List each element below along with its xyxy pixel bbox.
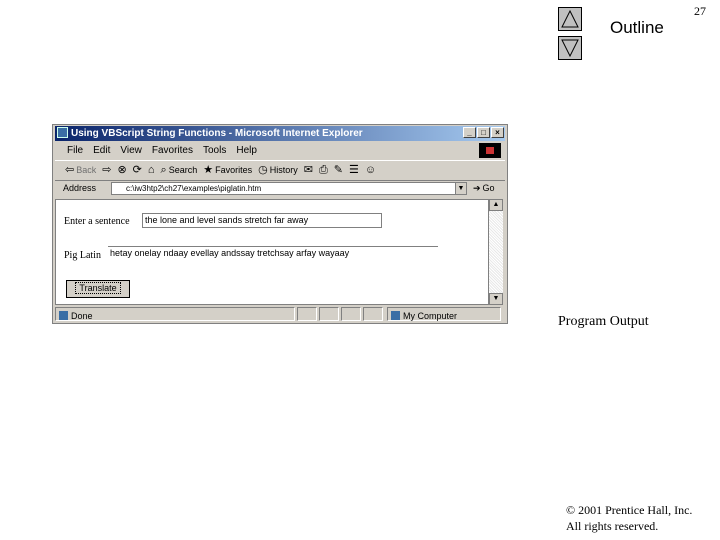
maximize-button[interactable]: □ — [477, 127, 490, 138]
stop-icon: ⊗ — [117, 164, 127, 176]
next-slide-button[interactable] — [558, 36, 582, 60]
history-icon: ◷ — [258, 164, 268, 176]
menu-file[interactable]: File — [67, 142, 83, 159]
toolbar: ⇦ Back ⇨ ⊗ ⟳ ⌂ ⌕ Search ★ Favorites ◷ Histor… — [55, 160, 505, 181]
status-bar: Done My Computer — [55, 306, 505, 322]
mail-icon: ✉ — [303, 164, 313, 176]
status-pane-zone: My Computer — [387, 307, 501, 321]
previous-slide-button[interactable] — [558, 7, 582, 31]
status-pane-2 — [297, 307, 317, 321]
home-icon: ⌂ — [147, 164, 155, 176]
refresh-icon: ⟳ — [132, 164, 142, 176]
my-computer-icon — [391, 311, 400, 320]
home-button[interactable]: ⌂ — [148, 161, 155, 180]
minimize-button[interactable]: _ — [463, 127, 476, 138]
piglatin-label: Pig Latin — [64, 250, 101, 261]
printer-icon: ⎙ — [318, 164, 328, 176]
go-button[interactable]: ➔ Go — [473, 180, 495, 197]
menu-edit[interactable]: Edit — [93, 142, 110, 159]
forward-arrow-icon: ⇨ — [102, 164, 112, 176]
windows-logo-icon — [479, 143, 501, 158]
forward-button[interactable]: ⇨ — [102, 161, 111, 180]
search-button[interactable]: ⌕ Search — [161, 161, 198, 180]
page-content: Enter a sentence the lone and level sand… — [55, 199, 489, 305]
discuss-icon: ☰ — [349, 164, 359, 176]
edit-button[interactable]: ✎ — [334, 161, 343, 180]
window-controls: _ □ × — [463, 127, 504, 138]
ie-window-icon — [57, 127, 68, 138]
messenger-button[interactable]: ☺ — [365, 161, 376, 180]
browser-window: Using VBScript String Functions - Micros… — [52, 124, 508, 324]
piglatin-output[interactable]: hetay onelay ndaay evellay andssay tretc… — [108, 246, 438, 261]
status-pane-main: Done — [55, 307, 295, 321]
translate-button[interactable]: Translate — [66, 280, 130, 298]
program-output-label: Program Output — [558, 314, 649, 329]
go-arrow-icon: ➔ — [473, 183, 481, 193]
menu-tools[interactable]: Tools — [203, 142, 226, 159]
zone-text: My Computer — [403, 311, 458, 321]
back-arrow-icon: ⇦ — [65, 164, 75, 176]
status-pane-3 — [319, 307, 339, 321]
menu-favorites[interactable]: Favorites — [152, 142, 193, 159]
outline-label[interactable]: Outline — [610, 18, 664, 38]
scroll-down-icon[interactable]: ▼ — [489, 293, 503, 305]
copyright-notice: © 2001 Prentice Hall, Inc. All rights re… — [566, 502, 692, 534]
edit-icon: ✎ — [333, 164, 344, 176]
search-icon: ⌕ — [160, 164, 167, 176]
menu-view[interactable]: View — [120, 142, 142, 159]
slide-number: 27 — [694, 4, 706, 18]
sentence-label: Enter a sentence — [64, 216, 130, 227]
favorites-button[interactable]: ★ Favorites — [203, 161, 252, 180]
address-label: Address — [63, 183, 97, 193]
copyright-line-2: All rights reserved. — [566, 519, 659, 533]
triangle-down-icon — [561, 39, 579, 57]
page-done-icon — [59, 311, 68, 320]
status-pane-4 — [341, 307, 361, 321]
discuss-button[interactable]: ☰ — [349, 161, 359, 180]
scroll-up-icon[interactable]: ▲ — [489, 199, 503, 211]
chevron-down-icon: ▼ — [457, 185, 465, 192]
vertical-scrollbar[interactable]: ▲ ▼ — [489, 199, 503, 305]
status-pane-5 — [363, 307, 383, 321]
mail-button[interactable]: ✉ — [304, 161, 313, 180]
address-dropdown-button[interactable]: ▼ — [455, 182, 467, 195]
window-title: Using VBScript String Functions - Micros… — [71, 128, 363, 139]
refresh-button[interactable]: ⟳ — [133, 161, 142, 180]
sentence-input[interactable]: the lone and level sands stretch far awa… — [142, 213, 382, 228]
triangle-up-icon — [561, 10, 579, 28]
close-button[interactable]: × — [491, 127, 504, 138]
stop-button[interactable]: ⊗ — [117, 161, 126, 180]
messenger-icon: ☺ — [364, 164, 377, 176]
address-bar: Address c:\iw3htp2\ch27\examples\piglati… — [55, 180, 505, 197]
favorites-icon: ★ — [203, 164, 214, 176]
menu-help[interactable]: Help — [236, 142, 257, 159]
print-button[interactable]: ⎙ — [319, 161, 328, 180]
status-text: Done — [71, 311, 93, 321]
back-button[interactable]: ⇦ Back — [65, 161, 96, 180]
history-button[interactable]: ◷ History — [258, 161, 298, 180]
title-bar: Using VBScript String Functions - Micros… — [55, 126, 505, 141]
menu-bar: File Edit View Favorites Tools Help — [55, 142, 505, 159]
address-input[interactable]: c:\iw3htp2\ch27\examples\piglatin.htm — [111, 182, 467, 195]
copyright-line-1: © 2001 Prentice Hall, Inc. — [566, 503, 693, 517]
